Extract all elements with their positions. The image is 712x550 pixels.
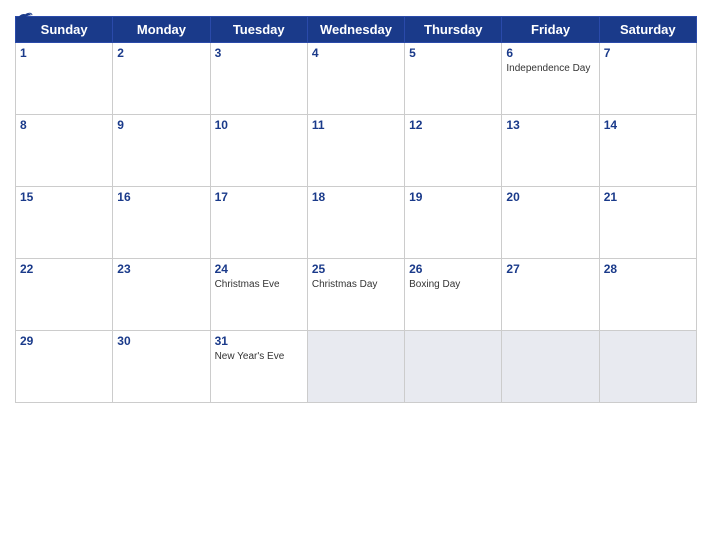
- weekday-header-tuesday: Tuesday: [210, 17, 307, 43]
- calendar-cell: 30: [113, 331, 210, 403]
- calendar-cell: 27: [502, 259, 599, 331]
- day-number: 29: [20, 334, 108, 348]
- week-row-2: 89 10 11 12 13 14: [16, 115, 697, 187]
- weekday-header-wednesday: Wednesday: [307, 17, 404, 43]
- calendar-cell: [502, 331, 599, 403]
- day-number: 11: [312, 118, 400, 132]
- calendar-grid: SundayMondayTuesdayWednesdayThursdayFrid…: [15, 16, 697, 403]
- day-number: 21: [604, 190, 692, 204]
- day-number: 12: [409, 118, 497, 132]
- day-event: Christmas Day: [312, 278, 400, 291]
- day-event: Christmas Eve: [215, 278, 303, 291]
- calendar-cell: 15: [16, 187, 113, 259]
- calendar-cell: 18: [307, 187, 404, 259]
- day-number: 15: [20, 190, 108, 204]
- day-number: 31: [215, 334, 303, 348]
- logo: [15, 10, 35, 24]
- calendar-cell: 14: [599, 115, 696, 187]
- calendar-cell: 1: [16, 43, 113, 115]
- day-number: 19: [409, 190, 497, 204]
- day-event: New Year's Eve: [215, 350, 303, 363]
- day-event: Boxing Day: [409, 278, 497, 291]
- calendar-cell: [307, 331, 404, 403]
- calendar-cell: 13: [502, 115, 599, 187]
- day-number: 28: [604, 262, 692, 276]
- calendar-cell: 19: [405, 187, 502, 259]
- calendar-cell: 7: [599, 43, 696, 115]
- calendar-cell: 22: [16, 259, 113, 331]
- day-number: 23: [117, 262, 205, 276]
- calendar: SundayMondayTuesdayWednesdayThursdayFrid…: [0, 0, 712, 550]
- day-number: 7: [604, 46, 692, 60]
- day-number: 8: [20, 118, 108, 132]
- week-row-5: 29 30 31 New Year's Eve: [16, 331, 697, 403]
- day-number: 16: [117, 190, 205, 204]
- weekday-header-thursday: Thursday: [405, 17, 502, 43]
- day-number: 3: [215, 46, 303, 60]
- day-number: 4: [312, 46, 400, 60]
- week-row-3: 15 16 17 18 19 20 21: [16, 187, 697, 259]
- calendar-cell: 3: [210, 43, 307, 115]
- calendar-cell: 24 Christmas Eve: [210, 259, 307, 331]
- weekday-header-monday: Monday: [113, 17, 210, 43]
- calendar-cell: 29: [16, 331, 113, 403]
- logo-blue-text: [15, 10, 35, 24]
- calendar-cell: 26 Boxing Day: [405, 259, 502, 331]
- day-number: 13: [506, 118, 594, 132]
- calendar-cell: 5: [405, 43, 502, 115]
- weekday-header-saturday: Saturday: [599, 17, 696, 43]
- calendar-cell: 8: [16, 115, 113, 187]
- weekday-header-row: SundayMondayTuesdayWednesdayThursdayFrid…: [16, 17, 697, 43]
- day-number: 1: [20, 46, 108, 60]
- day-number: 17: [215, 190, 303, 204]
- day-number: 20: [506, 190, 594, 204]
- day-number: 22: [20, 262, 108, 276]
- day-number: 10: [215, 118, 303, 132]
- calendar-cell: 28: [599, 259, 696, 331]
- day-number: 30: [117, 334, 205, 348]
- calendar-cell: 11: [307, 115, 404, 187]
- day-number: 26: [409, 262, 497, 276]
- calendar-cell: 23: [113, 259, 210, 331]
- logo-bird-icon: [15, 10, 33, 24]
- day-number: 9: [117, 118, 205, 132]
- calendar-cell: 25 Christmas Day: [307, 259, 404, 331]
- day-number: 14: [604, 118, 692, 132]
- calendar-cell: 17: [210, 187, 307, 259]
- day-number: 6: [506, 46, 594, 60]
- calendar-cell: [599, 331, 696, 403]
- calendar-cell: 6 Independence Day: [502, 43, 599, 115]
- calendar-cell: 4: [307, 43, 404, 115]
- calendar-cell: 9: [113, 115, 210, 187]
- calendar-cell: 2: [113, 43, 210, 115]
- day-number: 2: [117, 46, 205, 60]
- calendar-cell: 20: [502, 187, 599, 259]
- calendar-cell: [405, 331, 502, 403]
- week-row-4: 22 23 24 Christmas Eve 25 Christmas Day 26 Boxi…: [16, 259, 697, 331]
- day-number: 18: [312, 190, 400, 204]
- week-row-1: 123456 Independence Day 7: [16, 43, 697, 115]
- calendar-cell: 31 New Year's Eve: [210, 331, 307, 403]
- day-number: 5: [409, 46, 497, 60]
- weekday-header-friday: Friday: [502, 17, 599, 43]
- day-number: 25: [312, 262, 400, 276]
- day-number: 27: [506, 262, 594, 276]
- calendar-cell: 12: [405, 115, 502, 187]
- calendar-cell: 10: [210, 115, 307, 187]
- day-event: Independence Day: [506, 62, 594, 75]
- calendar-cell: 16: [113, 187, 210, 259]
- day-number: 24: [215, 262, 303, 276]
- calendar-cell: 21: [599, 187, 696, 259]
